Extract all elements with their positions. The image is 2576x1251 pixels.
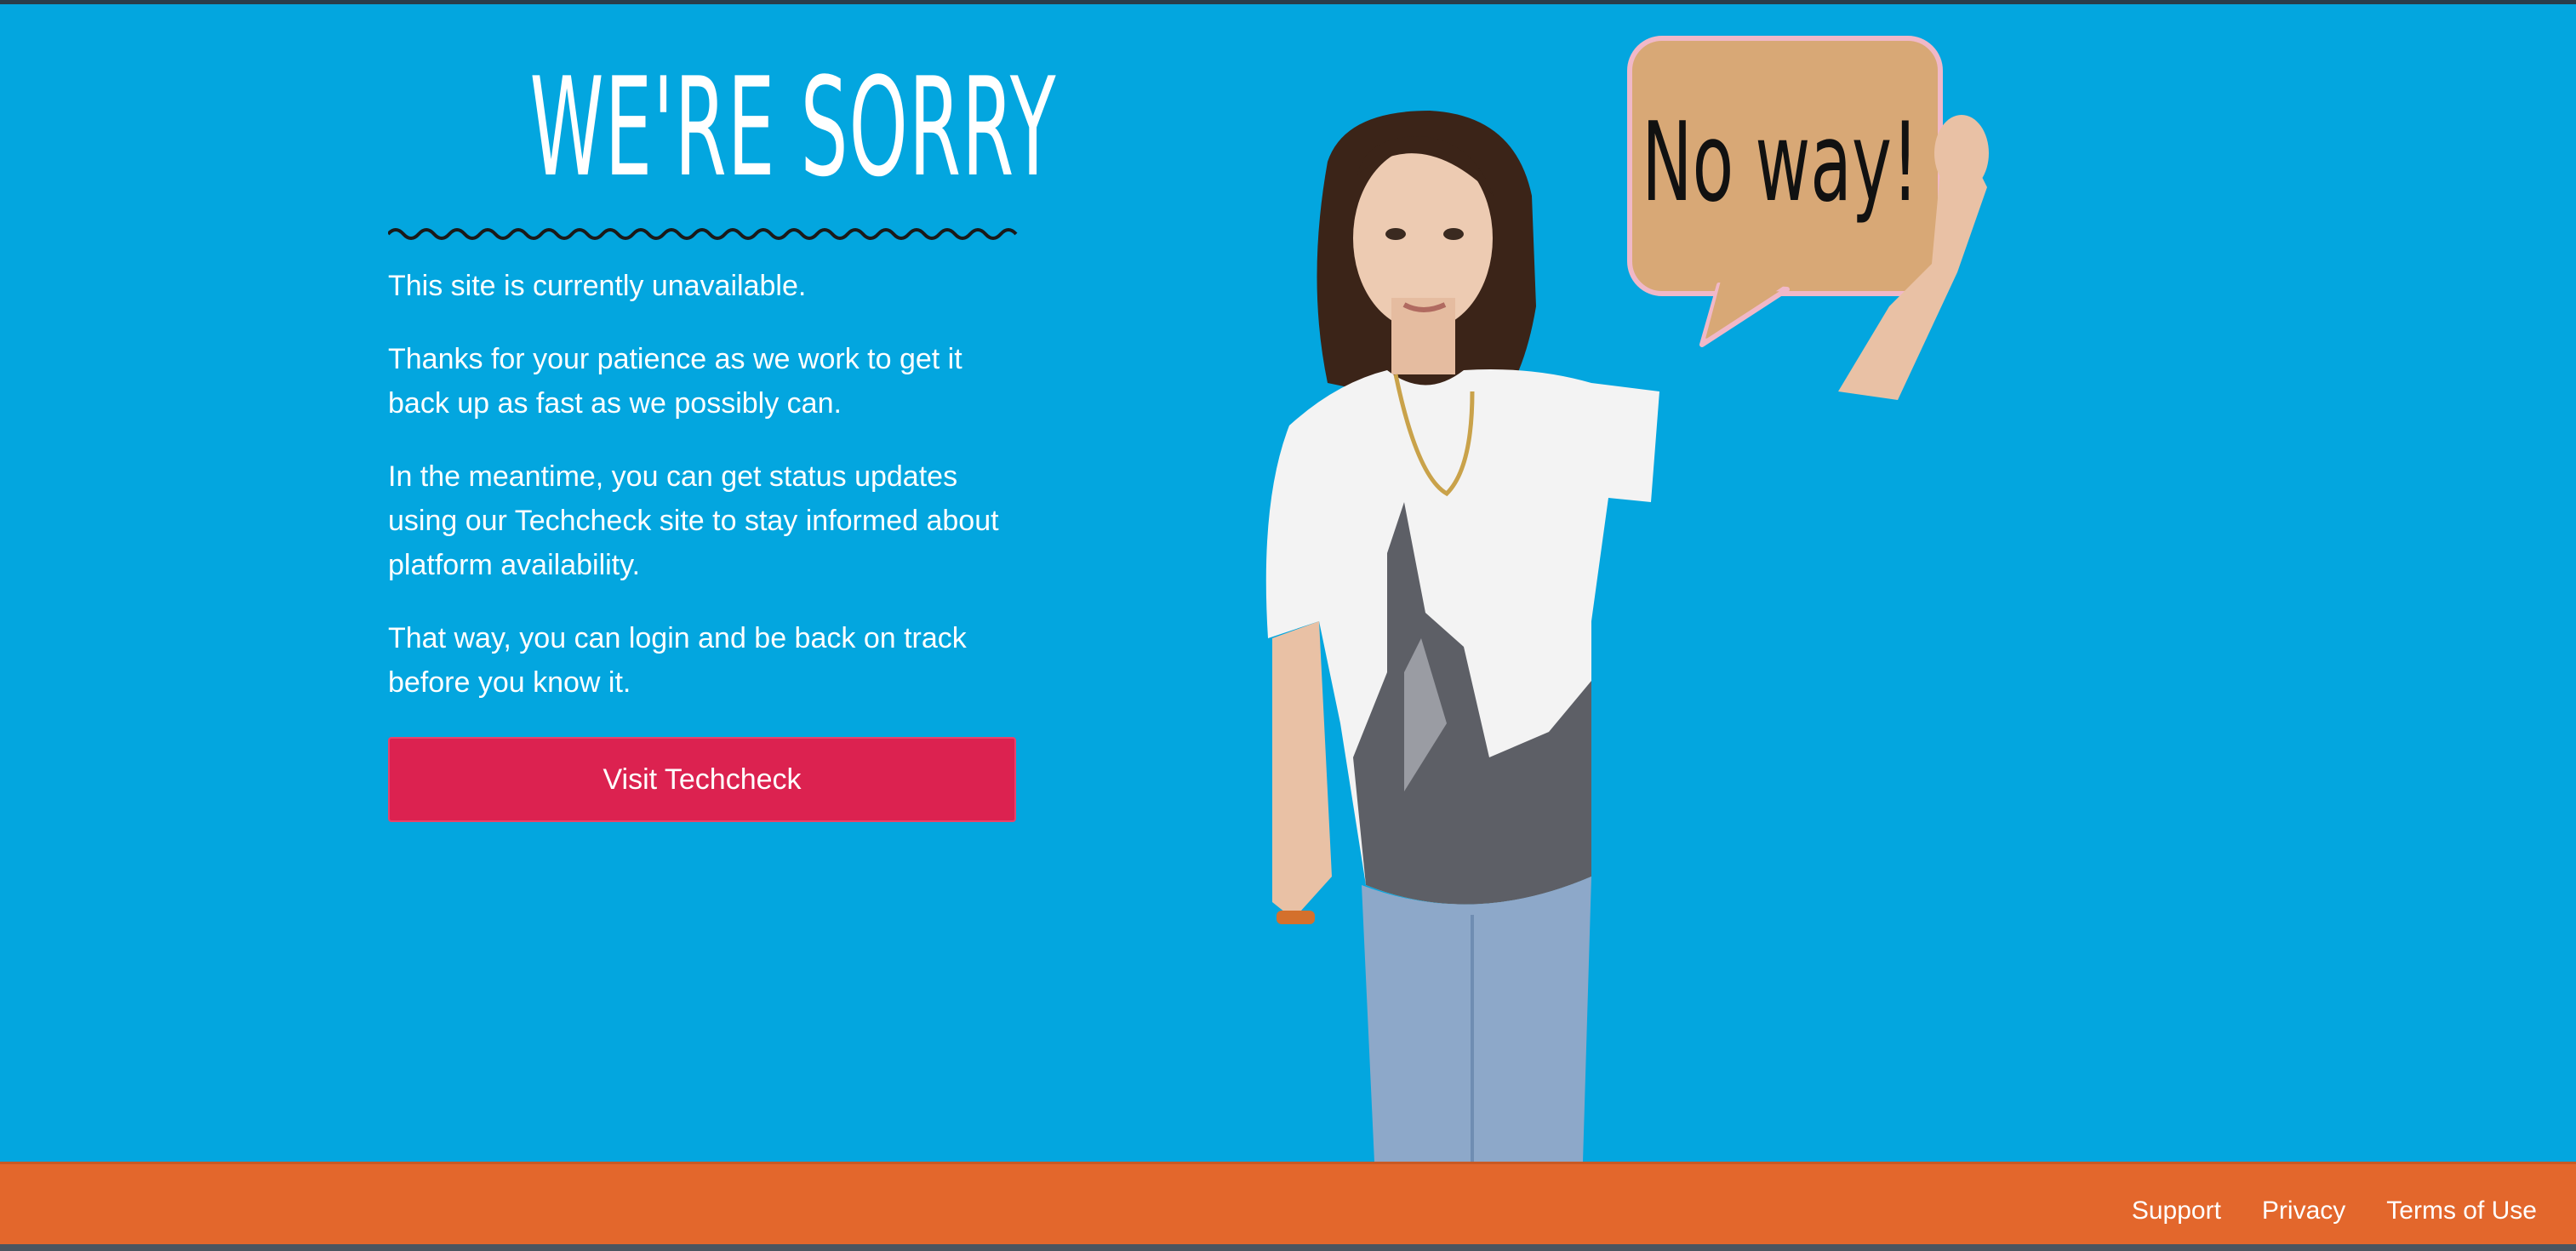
page-title: WE'RE SORRY	[529, 48, 1057, 207]
top-border	[0, 0, 2576, 4]
visit-techcheck-button[interactable]: Visit Techcheck	[388, 737, 1016, 822]
visit-techcheck-label: Visit Techcheck	[603, 763, 802, 796]
wavy-divider	[388, 228, 1018, 240]
status-updates-text: In the meantime, you can get status upda…	[388, 460, 999, 581]
footer-link-privacy[interactable]: Privacy	[2262, 1197, 2345, 1225]
footer-link-support[interactable]: Support	[2132, 1197, 2221, 1225]
footer: Support Privacy Terms of Use	[0, 1162, 2576, 1251]
footer-links: Support Privacy Terms of Use	[2132, 1197, 2537, 1225]
footer-bottom-edge	[0, 1244, 2576, 1251]
back-on-track-text: That way, you can login and be back on t…	[388, 622, 967, 699]
unavailable-text: This site is currently unavailable.	[388, 270, 807, 302]
speech-bubble-sign: No way!	[1627, 36, 1943, 347]
patience-text: Thanks for your patience as we work to g…	[388, 343, 962, 420]
sign-text: No way!	[1642, 100, 1918, 226]
message-panel: WE'RE SORRY This site is currently unava…	[388, 48, 1057, 822]
hero-illustration: No way!	[1265, 36, 1989, 1162]
footer-link-terms[interactable]: Terms of Use	[2386, 1197, 2537, 1225]
